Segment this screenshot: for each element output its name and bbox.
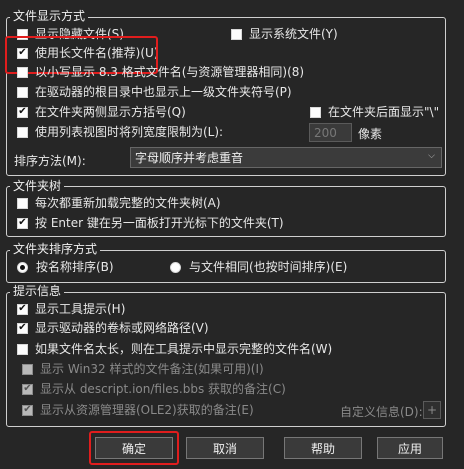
checkbox-box[interactable] bbox=[310, 106, 321, 118]
highlight-ok-button bbox=[89, 431, 179, 465]
file-display-legend: 文件显示方式 bbox=[10, 9, 89, 23]
win32-notes-checkbox[interactable]: 显示 Win32 样式的文件备注(如果可用)(I) bbox=[22, 361, 264, 377]
custom-info-add-button[interactable]: + bbox=[423, 401, 441, 419]
show-drive-label-checkbox[interactable]: ✔ 显示驱动器的卷标或网络路径(V) bbox=[17, 320, 209, 336]
column-width-input[interactable]: 200 bbox=[309, 123, 352, 142]
full-filename-checkbox[interactable]: 如果文件名太长，则在工具提示中显示完整的文件名(W) bbox=[17, 341, 332, 357]
tooltip-info-legend: 提示信息 bbox=[10, 284, 65, 298]
radio-button[interactable] bbox=[17, 261, 28, 273]
limit-width-checkbox[interactable]: 使用列表视图时将列宽度限制为(L): bbox=[17, 124, 223, 140]
checkbox-box[interactable]: ✔ bbox=[22, 404, 33, 416]
checkbox-box[interactable] bbox=[231, 28, 242, 40]
cancel-button[interactable]: 取消 bbox=[186, 437, 264, 459]
ole2-notes-checkbox[interactable]: ✔ 显示从资源管理器(OLE2)获取的备注(E) bbox=[22, 402, 254, 418]
brackets-checkbox[interactable]: ✔ 在文件夹两侧显示方括号(Q) bbox=[17, 104, 186, 120]
show-tooltips-checkbox[interactable]: ✔ 显示工具提示(H) bbox=[17, 301, 125, 317]
radio-button[interactable] bbox=[170, 261, 181, 273]
enter-open-checkbox[interactable]: ✔ 按 Enter 键在另一面板打开光标下的文件夹(T) bbox=[17, 215, 284, 231]
folder-tree-legend: 文件夹树 bbox=[10, 179, 65, 193]
reload-tree-checkbox[interactable]: 每次都重新加载完整的文件夹树(A) bbox=[17, 195, 221, 211]
folder-sort-legend: 文件夹排序方式 bbox=[10, 242, 101, 256]
checkbox-box[interactable] bbox=[17, 343, 28, 355]
checkbox-box[interactable]: ✔ bbox=[17, 217, 28, 229]
sort-by-time-radio[interactable]: 与文件相同(也按时间排序)(E) bbox=[170, 259, 347, 275]
checkbox-box[interactable] bbox=[17, 126, 28, 138]
checkbox-box[interactable]: ✔ bbox=[17, 303, 28, 315]
checkbox-box[interactable] bbox=[17, 66, 28, 78]
sort-method-select[interactable]: 字母顺序并考虑重音 ⌵ bbox=[130, 147, 442, 168]
checkbox-box[interactable] bbox=[22, 363, 33, 375]
apply-button[interactable]: 应用 bbox=[377, 437, 443, 459]
chevron-down-icon: ⌵ bbox=[428, 151, 435, 161]
sort-method-value: 字母顺序并考虑重音 bbox=[135, 151, 244, 165]
custom-info-label: 自定义信息(D): bbox=[340, 405, 423, 419]
sort-by-name-radio[interactable]: 按名称排序(B) bbox=[17, 259, 114, 275]
width-unit-label: 像素 bbox=[358, 127, 383, 141]
descript-notes-checkbox[interactable]: ✔ 显示从 descript.ion/files.bbs 获取的备注(C) bbox=[22, 381, 286, 397]
checkbox-box[interactable]: ✔ bbox=[17, 322, 28, 334]
checkbox-box[interactable]: ✔ bbox=[17, 106, 28, 118]
checkbox-box[interactable] bbox=[17, 197, 28, 209]
checkbox-box[interactable]: ✔ bbox=[22, 383, 33, 395]
dos-names-checkbox[interactable]: 以小写显示 8.3 格式文件名(与资源管理器相同)(8) bbox=[17, 64, 304, 80]
show-system-checkbox[interactable]: 显示系统文件(Y) bbox=[231, 26, 338, 42]
help-button[interactable]: 帮助 bbox=[284, 437, 362, 459]
backslash-checkbox[interactable]: 在文件夹后面显示"\" bbox=[310, 104, 439, 120]
sort-method-label: 排序方法(M): bbox=[14, 154, 86, 168]
parent-symbol-checkbox[interactable]: 在驱动器的根目录中也显示上一级文件夹符号(P) bbox=[17, 84, 292, 100]
checkbox-box[interactable] bbox=[17, 86, 28, 98]
